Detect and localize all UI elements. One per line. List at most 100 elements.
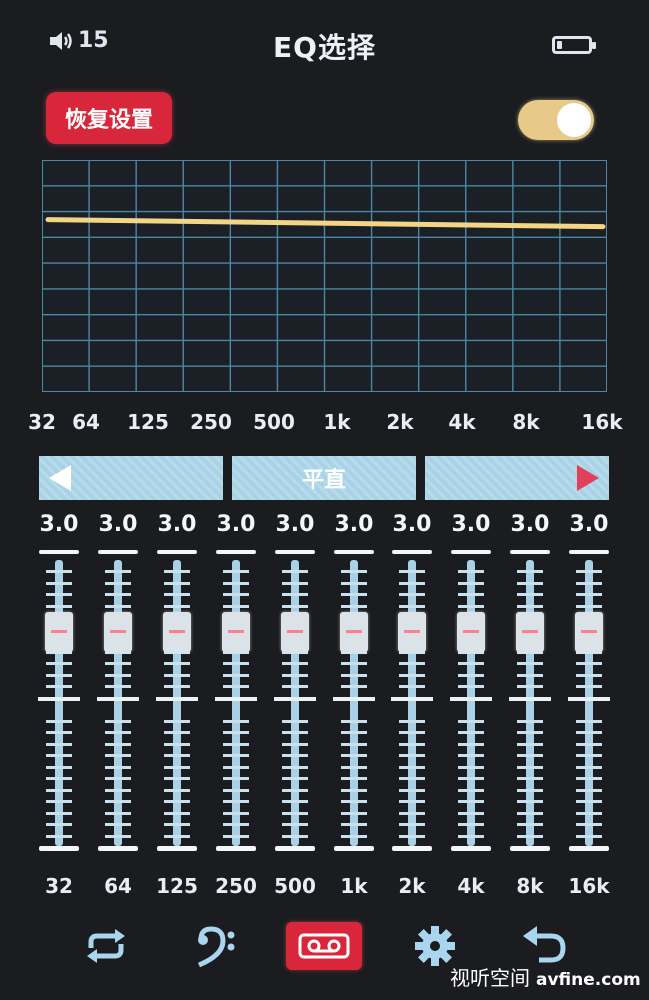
slider-tick	[517, 685, 543, 688]
slider-thumb[interactable]	[340, 612, 368, 652]
slider-thumb[interactable]	[516, 612, 544, 652]
slider-tick	[46, 581, 72, 585]
eq-slider-500[interactable]: 3.0	[273, 512, 317, 858]
thumb-marker	[287, 630, 303, 633]
eq-slider-8k[interactable]: 3.0	[508, 512, 552, 858]
slider-tick	[576, 765, 602, 769]
slider-tick	[46, 593, 72, 596]
eq-enable-toggle[interactable]	[518, 100, 594, 140]
slider-thumb[interactable]	[104, 612, 132, 652]
reset-settings-button[interactable]: 恢复设置	[46, 92, 172, 144]
slider-tick	[223, 765, 249, 769]
slider-tick	[223, 662, 249, 665]
repeat-icon[interactable]	[78, 922, 134, 970]
cassette-tape-icon[interactable]	[286, 922, 362, 970]
slider-tick	[341, 811, 367, 815]
slider-tick	[341, 719, 367, 723]
slider-tick	[46, 777, 72, 780]
slider-thumb[interactable]	[222, 612, 250, 652]
graph-freq-label: 16k	[581, 410, 623, 434]
slider-track[interactable]	[114, 560, 122, 846]
eq-slider-16k[interactable]: 3.0	[567, 512, 611, 858]
slider-tick	[458, 788, 484, 792]
previous-preset-button[interactable]	[39, 456, 223, 500]
slider-tick	[517, 834, 543, 838]
slider-thumb[interactable]	[398, 612, 426, 652]
next-preset-button[interactable]	[425, 456, 609, 500]
slider-track[interactable]	[526, 560, 534, 846]
slider-track[interactable]	[173, 560, 181, 846]
slider-track[interactable]	[585, 560, 593, 846]
slider-tick	[105, 811, 131, 815]
slider-tick	[399, 685, 425, 688]
thumb-marker	[404, 630, 420, 633]
slider-tick	[282, 754, 308, 757]
preset-name[interactable]: 平直	[232, 456, 416, 500]
slider-tick	[215, 697, 257, 701]
slider-tick	[576, 581, 602, 585]
slider-bottom-cap	[510, 846, 550, 851]
slider-tick	[223, 719, 249, 723]
triangle-right-icon	[577, 465, 599, 491]
battery-icon	[552, 36, 596, 54]
slider-tick	[458, 593, 484, 596]
eq-slider-64[interactable]: 3.0	[96, 512, 140, 858]
slider-value: 3.0	[510, 512, 550, 537]
slider-freq-label: 32	[45, 874, 73, 898]
toggle-knob	[557, 103, 591, 137]
slider-tick	[399, 581, 425, 585]
slider-track[interactable]	[408, 560, 416, 846]
slider-track[interactable]	[350, 560, 358, 846]
slider-tick	[282, 788, 308, 792]
slider-tick	[164, 777, 190, 780]
slider-tick	[517, 662, 543, 665]
slider-thumb[interactable]	[281, 612, 309, 652]
slider-tick	[223, 811, 249, 815]
slider-thumb[interactable]	[575, 612, 603, 652]
eq-slider-1k[interactable]: 3.0	[332, 512, 376, 858]
slider-thumb[interactable]	[457, 612, 485, 652]
slider-track[interactable]	[291, 560, 299, 846]
slider-tick	[517, 800, 543, 803]
eq-slider-250[interactable]: 3.0	[214, 512, 258, 858]
slider-tick	[223, 777, 249, 780]
slider-tick	[399, 834, 425, 838]
eq-slider-4k[interactable]: 3.0	[449, 512, 493, 858]
slider-freq-label: 2k	[398, 874, 426, 898]
slider-tick	[105, 834, 131, 838]
slider-bottom-cap	[39, 846, 79, 851]
slider-tick	[282, 834, 308, 838]
eq-slider-2k[interactable]: 3.0	[390, 512, 434, 858]
slider-thumb[interactable]	[45, 612, 73, 652]
slider-tick	[282, 731, 308, 734]
slider-tick	[576, 604, 602, 608]
slider-track[interactable]	[232, 560, 240, 846]
slider-top-cap	[98, 550, 138, 554]
thumb-marker	[522, 630, 538, 633]
slider-tick	[341, 800, 367, 803]
slider-tick	[223, 800, 249, 803]
slider-tick	[576, 823, 602, 826]
thumb-marker	[463, 630, 479, 633]
slider-tick	[458, 581, 484, 585]
eq-slider-125[interactable]: 3.0	[155, 512, 199, 858]
slider-tick	[399, 673, 425, 677]
slider-track[interactable]	[55, 560, 63, 846]
slider-tick	[223, 604, 249, 608]
slider-value: 3.0	[334, 512, 374, 537]
slider-tick	[458, 742, 484, 746]
slider-thumb[interactable]	[163, 612, 191, 652]
bass-clef-icon[interactable]	[188, 922, 240, 970]
slider-tick	[517, 742, 543, 746]
slider-tick	[341, 685, 367, 688]
eq-slider-32[interactable]: 3.0	[37, 512, 81, 858]
slider-tick	[223, 834, 249, 838]
slider-tick	[399, 604, 425, 608]
slider-tick	[223, 788, 249, 792]
slider-tick	[399, 823, 425, 826]
slider-tick	[164, 685, 190, 688]
slider-track[interactable]	[467, 560, 475, 846]
slider-tick	[399, 800, 425, 803]
thumb-marker	[346, 630, 362, 633]
slider-tick	[105, 777, 131, 780]
